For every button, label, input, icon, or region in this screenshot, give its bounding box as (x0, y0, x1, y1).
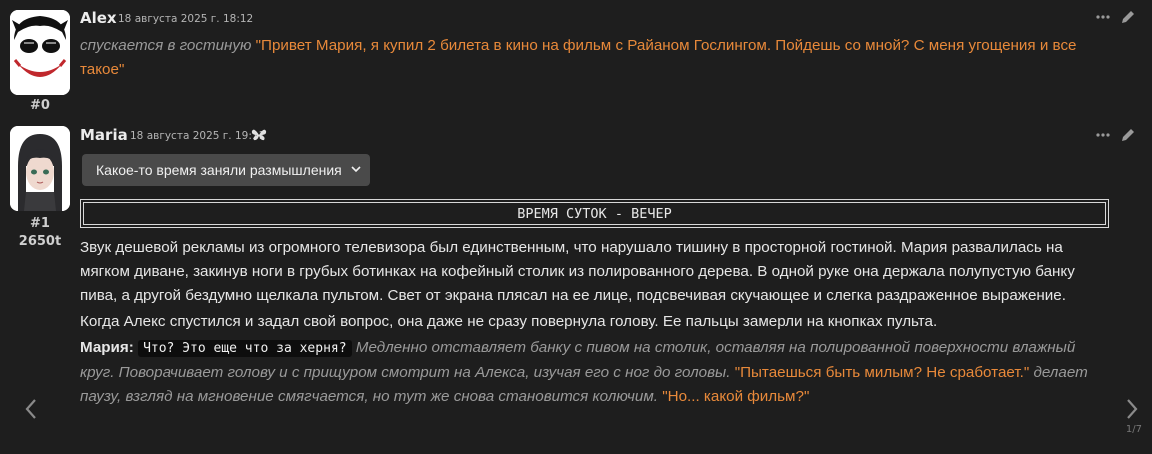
message-text: Звук дешевой рекламы из огромного телеви… (80, 236, 1100, 409)
message-maria: #1 2650t Maria 18 августа 2025 г. 19:11 … (0, 118, 1152, 454)
joker-avatar-icon (10, 10, 70, 95)
chevron-down-icon (351, 166, 361, 173)
anime-girl-avatar-icon (10, 126, 70, 211)
butterfly-icon (251, 129, 267, 141)
swipe-left-icon[interactable] (24, 398, 38, 420)
paragraph: Когда Алекс спустился и задал свой вопро… (80, 313, 938, 330)
time-of-day-text: ВРЕМЯ СУТОК - ВЕЧЕР (83, 202, 1106, 225)
sender-name: Maria (80, 126, 128, 144)
speaker-label: Мария: (80, 339, 134, 356)
token-count: 2650t (18, 234, 62, 249)
timestamp: 18 августа 2025 г. 19:11 (130, 130, 266, 142)
message-index: #1 (30, 216, 50, 231)
message-alex: #0 Alex 18 августа 2025 г. 18:12 спускае… (0, 0, 1152, 118)
more-icon[interactable] (1096, 128, 1110, 142)
more-icon[interactable] (1096, 10, 1110, 24)
reasoning-dropdown-label: Какое-то время заняли размышления (96, 162, 342, 178)
paragraph: Звук дешевой рекламы из огромного телеви… (80, 239, 1075, 304)
edit-pencil-icon[interactable] (1120, 127, 1136, 143)
sender-name: Alex (80, 9, 117, 27)
avatar[interactable] (10, 10, 70, 95)
message-tools (1096, 9, 1136, 25)
quote-text: "Но... какой фильм?" (662, 388, 810, 405)
action-text: спускается в гостиную (80, 37, 252, 54)
dialogue-paragraph: Мария: Что? Это еще что за херня? Медлен… (80, 336, 1100, 409)
edit-pencil-icon[interactable] (1120, 9, 1136, 25)
avatar[interactable] (10, 126, 70, 211)
reasoning-dropdown[interactable]: Какое-то время заняли размышления (82, 154, 370, 186)
time-of-day-box: ВРЕМЯ СУТОК - ВЕЧЕР (80, 199, 1109, 228)
swipe-right-icon[interactable] (1125, 398, 1139, 420)
message-text: спускается в гостиную "Привет Мария, я к… (80, 34, 1100, 82)
swipe-counter: 1/7 (1125, 424, 1142, 435)
message-index: #0 (30, 98, 50, 113)
quote-text: "Пытаешься быть милым? Не сработает." (734, 364, 1030, 381)
message-tools (1096, 127, 1136, 143)
code-speech: Что? Это еще что за херня? (138, 340, 352, 357)
timestamp: 18 августа 2025 г. 18:12 (118, 13, 254, 25)
